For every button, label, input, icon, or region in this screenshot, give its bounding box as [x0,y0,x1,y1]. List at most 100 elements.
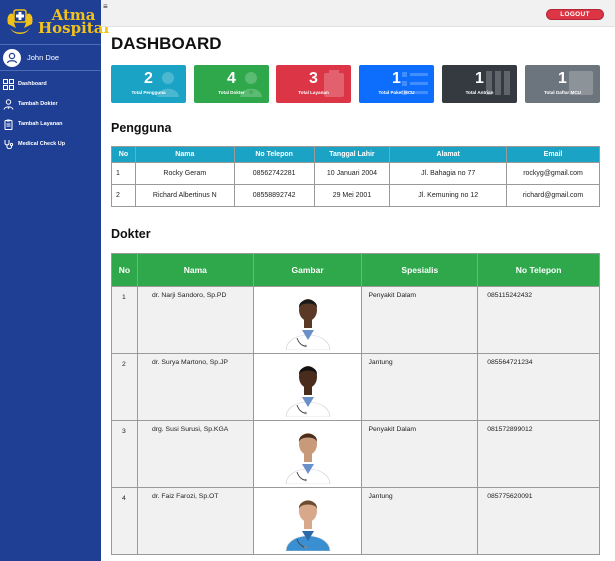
stat-label: Total Pengguna [131,90,166,95]
cell-gambar [252,420,363,488]
cell-nama: Rocky Geram [134,162,235,185]
column-header[interactable]: Alamat [389,146,508,163]
cell-telepon: 085775620091 [477,487,600,555]
cell-no: 1 [111,162,136,185]
cell-telepon: 085564721234 [477,353,600,421]
table-header-row: No Nama No Telepon Tanggal Lahir Alamat … [111,146,600,163]
cell-alamat: Jl. Kemuning no 12 [389,184,508,207]
pengguna-table: No Nama No Telepon Tanggal Lahir Alamat … [111,146,600,207]
column-header[interactable]: Email [506,146,600,163]
sidebar-nav: Dashboard Tambah Dokter Tambah Layanan M… [0,74,101,154]
column-header[interactable]: Nama [136,253,254,287]
doctor-photo [283,299,333,352]
stat-card-pengguna[interactable]: 2 Total Pengguna [111,65,186,103]
stat-value: 3 [309,70,318,87]
stat-value: 2 [144,70,153,87]
sidebar-item-tambah-layanan[interactable]: Tambah Layanan [0,114,101,134]
sidebar-item-label: Tambah Layanan [18,121,63,127]
cell-email: rockyg@gmail.com [506,162,600,185]
cell-nama: Richard Albertinus N [134,184,235,207]
topbar: ≡ LOGOUT [101,0,615,27]
doctor-photo [283,366,333,419]
logo-text: Atma Hospital [38,8,110,37]
stat-card-daftar-mcu[interactable]: 1 Total Daftar MCU [525,65,600,103]
cell-tanggal-lahir: 10 Januari 2004 [313,162,391,185]
column-header[interactable]: Spesialis [361,253,479,287]
app-logo[interactable]: Atma Hospital [0,0,109,44]
cell-telepon: 08558892742 [233,184,315,207]
menu-toggle-icon[interactable]: ≡ [103,2,108,11]
column-header[interactable]: No Telepon [477,253,600,287]
stat-value: 1 [558,70,567,87]
stat-value: 4 [227,70,236,87]
dokter-table-body: 1 dr. Narji Sandoro, Sp.PD Penyakit Dala… [111,286,600,555]
cell-nama: dr. Faiz Farozi, Sp.OT [136,487,254,555]
dokter-title: Dokter [111,227,151,241]
sidebar: Atma Hospital John Doe Dashboard Tambah … [0,0,109,561]
user-profile[interactable]: John Doe [0,44,101,71]
cell-gambar [252,286,363,354]
cell-spesialis: Penyakit Dalam [361,420,479,488]
cell-nama: dr. Narji Sandoro, Sp.PD [136,286,254,354]
column-header[interactable]: Gambar [252,253,363,287]
doctor-photo [283,433,333,486]
table-row[interactable]: 1 dr. Narji Sandoro, Sp.PD Penyakit Dala… [111,286,600,354]
cell-alamat: Jl. Bahagia no 77 [389,162,508,185]
dokter-table: No Nama Gambar Spesialis No Telepon 1 dr… [111,253,600,555]
app-root: Atma Hospital John Doe Dashboard Tambah … [0,0,615,561]
doctor-icon [3,98,14,110]
stat-label: Total Paket MCU [378,90,415,95]
stethoscope-icon [3,139,14,150]
sidebar-item-dashboard[interactable]: Dashboard [0,74,101,94]
table-row[interactable]: 4 dr. Faiz Farozi, Sp.OT Jantung 0857756… [111,487,600,555]
logout-button[interactable]: LOGOUT [546,9,604,20]
stat-card-paket-mcu[interactable]: 1 Total Paket MCU [359,65,434,103]
cell-no: 2 [111,353,138,421]
cell-telepon: 085115242432 [477,286,600,354]
column-header[interactable]: No Telepon [233,146,315,163]
pengguna-title: Pengguna [111,121,172,135]
stat-card-layanan[interactable]: 3 Total Layanan [276,65,351,103]
clipboard-icon [3,119,14,130]
page-title: DASHBOARD [111,34,222,53]
stat-value: 1 [475,70,484,87]
cell-telepon: 081572899012 [477,420,600,488]
table-row[interactable]: 2 Richard Albertinus N 08558892742 29 Me… [111,184,600,207]
column-header[interactable]: No [111,146,136,163]
hospital-logo-icon [4,4,36,40]
cell-no: 4 [111,487,138,555]
stat-value: 1 [392,70,401,87]
cell-spesialis: Jantung [361,353,479,421]
sidebar-item-medical-check-up[interactable]: Medical Check Up [0,134,101,154]
table-row[interactable]: 1 Rocky Geram 08562742281 10 Januari 200… [111,162,600,185]
stat-label: Total Antrian [465,90,494,95]
sidebar-item-label: Dashboard [18,81,47,87]
user-avatar-icon [3,48,21,67]
cell-no: 3 [111,420,138,488]
table-header-row: No Nama Gambar Spesialis No Telepon [111,253,600,287]
logo-line-2: Hospital [38,19,110,37]
cell-nama: dr. Surya Martono, Sp.JP [136,353,254,421]
cell-email: richard@gmail.com [506,184,600,207]
table-row[interactable]: 3 drg. Susi Surusi, Sp.KGA Penyakit Dala… [111,420,600,488]
cell-tanggal-lahir: 29 Mei 2001 [313,184,391,207]
doctor-photo [283,500,333,553]
table-row[interactable]: 2 dr. Surya Martono, Sp.JP Jantung 08556… [111,353,600,421]
cell-nama: drg. Susi Surusi, Sp.KGA [136,420,254,488]
stat-label: Total Dokter [218,90,245,95]
cell-telepon: 08562742281 [233,162,315,185]
stat-label: Total Daftar MCU [544,90,581,95]
sidebar-item-label: Tambah Dokter [18,101,58,107]
stat-card-dokter[interactable]: 4 Total Dokter [194,65,269,103]
column-header[interactable]: Nama [134,146,235,163]
sidebar-item-label: Medical Check Up [18,141,66,147]
column-header[interactable]: No [111,253,138,287]
cell-gambar [252,353,363,421]
cell-spesialis: Penyakit Dalam [361,286,479,354]
stat-card-antrian[interactable]: 1 Total Antrian [442,65,517,103]
sidebar-item-tambah-dokter[interactable]: Tambah Dokter [0,94,101,114]
cell-no: 2 [111,184,136,207]
column-header[interactable]: Tanggal Lahir [313,146,391,163]
stat-label: Total Layanan [298,90,329,95]
user-name: John Doe [27,53,60,62]
